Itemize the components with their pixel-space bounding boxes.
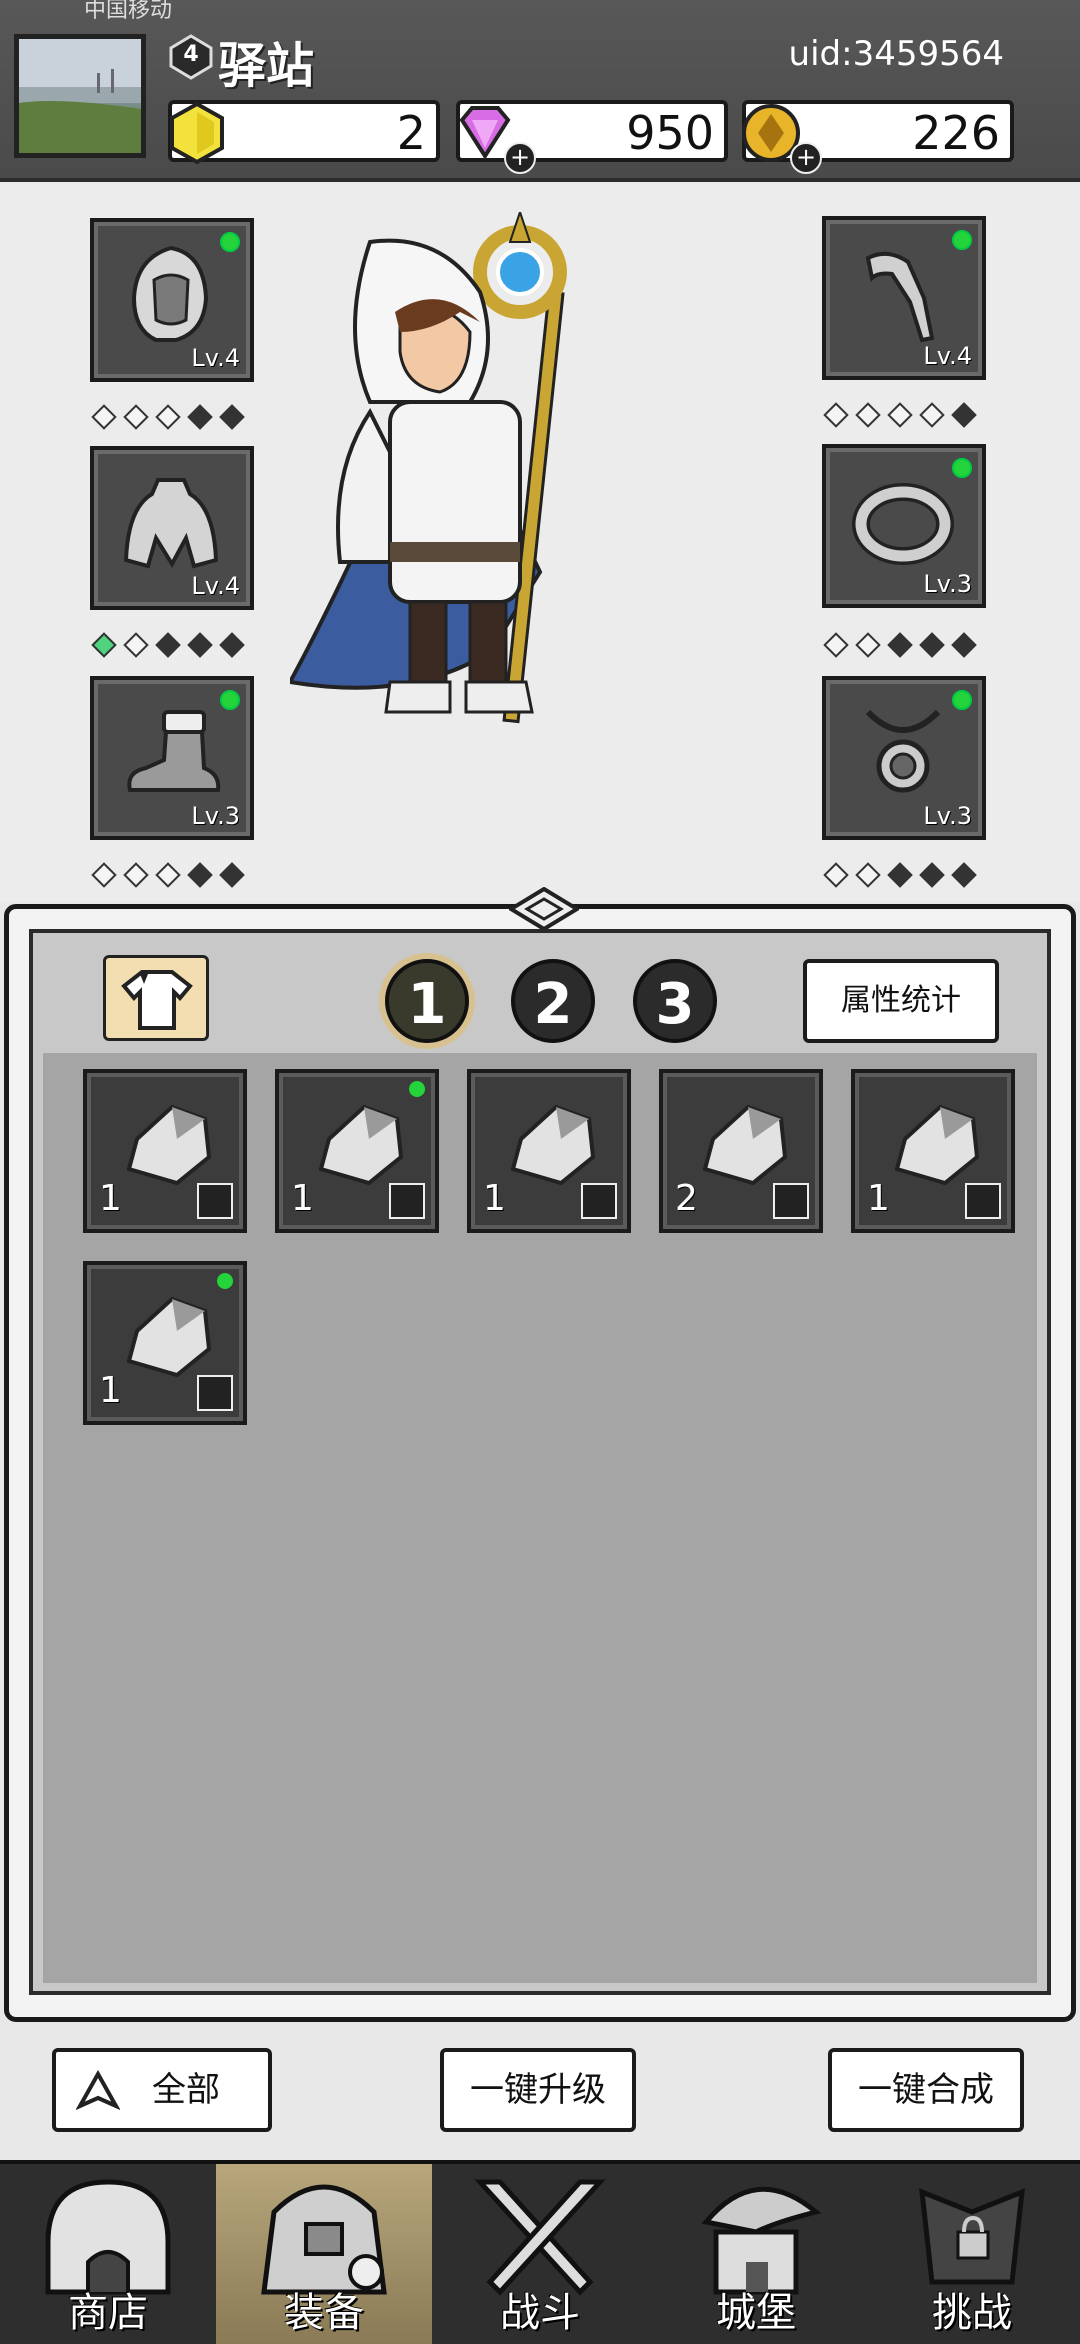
ore-icon xyxy=(894,1104,980,1186)
nav-label: 城堡 xyxy=(716,2290,796,2336)
add-gold-button[interactable]: + xyxy=(790,142,822,174)
hood-type-icon xyxy=(389,1183,425,1219)
ore-icon xyxy=(126,1104,212,1186)
new-indicator xyxy=(952,230,972,250)
diamond-value: 950 xyxy=(626,106,714,160)
inventory-item[interactable]: 1 xyxy=(851,1069,1015,1233)
item-count: 1 xyxy=(483,1178,506,1219)
page-tab-2[interactable]: 2 xyxy=(511,959,595,1043)
nav-castle[interactable]: 城堡 xyxy=(648,2164,864,2344)
inventory-item[interactable]: 1 xyxy=(83,1069,247,1233)
item-count: 1 xyxy=(99,1370,122,1411)
staff-type-icon xyxy=(773,1183,809,1219)
star-rating xyxy=(88,404,248,434)
item-count: 1 xyxy=(99,1178,122,1219)
add-diamond-button[interactable]: + xyxy=(504,142,536,174)
equip-slot-boot[interactable]: Lv.3 xyxy=(90,676,254,840)
hood-type-icon xyxy=(197,1183,233,1219)
ore-icon xyxy=(318,1104,404,1186)
attribute-stats-button[interactable]: 属性统计 xyxy=(803,959,999,1043)
level-badge: 4 xyxy=(168,34,214,80)
page-tab-1[interactable]: 1 xyxy=(385,959,469,1043)
page-tab-3[interactable]: 3 xyxy=(633,959,717,1043)
slot-level: Lv.3 xyxy=(191,802,240,830)
gold-value: 226 xyxy=(912,106,1000,160)
slot-level: Lv.4 xyxy=(191,344,240,372)
equip-slot-cape[interactable]: Lv.4 xyxy=(90,446,254,610)
currency-diamond: + 950 xyxy=(456,100,728,174)
ore-icon xyxy=(126,1296,212,1378)
level-value: 4 xyxy=(183,42,199,67)
ring-type-icon xyxy=(965,1183,1001,1219)
hood-icon xyxy=(131,245,209,342)
inventory-panel: 1 2 3 属性统计 1 1 1 2 1 1 xyxy=(4,887,1076,2022)
slot-level: Lv.4 xyxy=(923,342,972,370)
item-count: 1 xyxy=(867,1178,890,1219)
item-count: 1 xyxy=(291,1178,314,1219)
equipment-filter-button[interactable] xyxy=(103,955,209,1041)
new-indicator xyxy=(952,690,972,710)
hero-equipment-area: Lv.4 Lv.4 Lv.3 Lv.4 Lv.3 Lv.3 xyxy=(0,182,1080,1024)
inventory-frame: 1 2 3 属性统计 1 1 1 2 1 1 xyxy=(29,929,1051,1995)
currency-gold: + 226 xyxy=(742,100,1014,174)
nav-label: 商店 xyxy=(68,2290,148,2336)
nav-shop[interactable]: 商店 xyxy=(0,2164,216,2344)
slot-level: Lv.4 xyxy=(191,572,240,600)
amulet-icon xyxy=(865,709,941,793)
equip-slot-hood[interactable]: Lv.4 xyxy=(90,218,254,382)
hero-character xyxy=(290,212,567,724)
new-indicator xyxy=(409,1081,425,1097)
ore-icon xyxy=(702,1104,788,1186)
slot-level: Lv.3 xyxy=(923,570,972,598)
filter-all-button[interactable]: 全部 xyxy=(52,2048,272,2132)
nav-label: 装备 xyxy=(284,2290,364,2336)
new-indicator xyxy=(220,690,240,710)
hex-gem-icon xyxy=(170,101,224,165)
new-indicator xyxy=(217,1273,233,1289)
carrier-label: 中国移动 xyxy=(84,0,173,23)
avatar[interactable] xyxy=(14,34,146,158)
nav-challenge[interactable]: 挑战 xyxy=(864,2164,1080,2344)
inventory-grid: 1 1 1 2 1 1 xyxy=(43,1053,1037,1983)
nav-battle[interactable]: 战斗 xyxy=(432,2164,648,2344)
merge-all-button[interactable]: 一键合成 xyxy=(828,2048,1024,2132)
ring-icon xyxy=(852,483,954,565)
inventory-item[interactable]: 1 xyxy=(275,1069,439,1233)
inventory-item[interactable]: 1 xyxy=(83,1261,247,1425)
nav-equipment[interactable]: 装备 xyxy=(216,2164,432,2344)
triangle-up-icon xyxy=(76,2070,120,2110)
new-indicator xyxy=(952,458,972,478)
inventory-item[interactable]: 1 xyxy=(467,1069,631,1233)
item-count: 2 xyxy=(675,1178,698,1219)
panel-ornament xyxy=(509,887,579,931)
upgrade-all-button[interactable]: 一键升级 xyxy=(440,2048,636,2132)
player-uid: uid:3459564 xyxy=(788,34,1004,74)
star-rating xyxy=(88,632,248,662)
top-bar: 中国移动 4 驿站 uid:3459564 2 + 950 + 226 xyxy=(0,0,1080,182)
hex-gem-value: 2 xyxy=(396,106,426,160)
nav-label: 挑战 xyxy=(932,2290,1012,2336)
star-rating xyxy=(820,402,980,432)
shirt-icon xyxy=(121,970,193,1030)
star-rating xyxy=(820,632,980,662)
new-indicator xyxy=(220,232,240,252)
ore-icon xyxy=(510,1104,596,1186)
staff-icon xyxy=(865,251,935,343)
equip-slot-staff[interactable]: Lv.4 xyxy=(822,216,986,380)
boot-icon xyxy=(127,710,221,792)
equip-slot-ring[interactable]: Lv.3 xyxy=(822,444,986,608)
cape-icon xyxy=(123,478,219,569)
player-name: 驿站 xyxy=(218,38,315,94)
bottom-nav: 商店 装备 战斗 城堡 挑战 xyxy=(0,2160,1080,2344)
star-rating xyxy=(820,862,980,892)
nav-label: 战斗 xyxy=(500,2290,580,2336)
cape-type-icon xyxy=(581,1183,617,1219)
equip-slot-amulet[interactable]: Lv.3 xyxy=(822,676,986,840)
filter-all-label: 全部 xyxy=(152,2070,220,2110)
star-rating xyxy=(88,862,248,892)
currency-hex-gem: 2 xyxy=(168,100,440,165)
inventory-item[interactable]: 2 xyxy=(659,1069,823,1233)
slot-level: Lv.3 xyxy=(923,802,972,830)
amulet-type-icon xyxy=(197,1375,233,1411)
